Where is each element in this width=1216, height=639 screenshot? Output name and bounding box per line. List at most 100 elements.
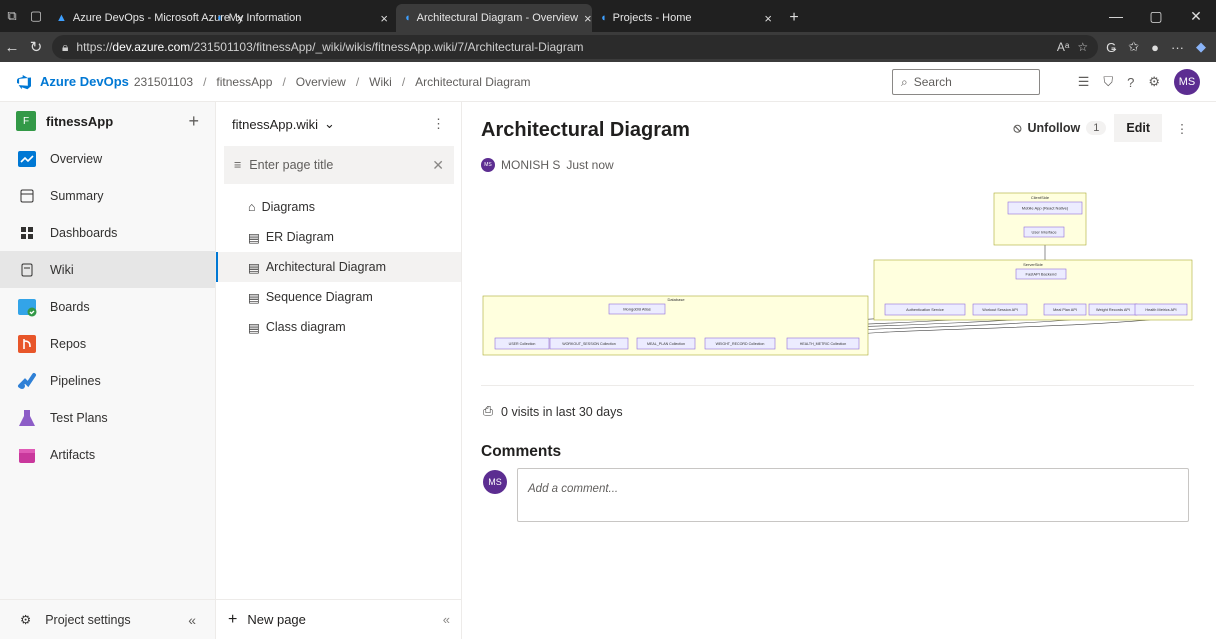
brand-link[interactable]: Azure DevOps	[40, 74, 129, 89]
browser-tab-azure[interactable]: ▲ Azure DevOps - Microsoft Azure ×	[48, 4, 244, 32]
browser-tab-architectural-diagram[interactable]: ◖ Architectural Diagram - Overview ×	[396, 4, 592, 32]
sidebar-item-test-plans[interactable]: Test Plans	[0, 399, 215, 436]
task-list-icon[interactable]: ☰	[1078, 74, 1090, 90]
sidebar-item-boards[interactable]: Boards	[0, 288, 215, 325]
devops-tab-icon: ◖	[404, 12, 411, 24]
search-box[interactable]: ⌕ Search	[892, 69, 1040, 95]
wiki-page-class-diagram[interactable]: ▤ Class diagram	[216, 312, 461, 342]
org-link[interactable]: 231501103	[134, 75, 193, 89]
azure-devops-logo-icon[interactable]	[16, 74, 32, 90]
user-avatar[interactable]: MS	[1174, 69, 1200, 95]
tab-actions-icon[interactable]: ▢	[24, 0, 48, 32]
page-label: ER Diagram	[265, 230, 334, 244]
new-page-label: New page	[247, 612, 306, 627]
new-page-button[interactable]: + New page «	[216, 599, 462, 639]
url-text: https://dev.azure.com/231501103/fitnessA…	[76, 40, 583, 54]
clear-filter-icon[interactable]: ✕	[432, 157, 444, 174]
unfollow-button[interactable]: ⦸ Unfollow 1	[1013, 121, 1107, 136]
url-input[interactable]: 🔒︎ https://dev.azure.com/231501103/fitne…	[52, 35, 1099, 59]
profile-icon[interactable]: ●	[1151, 40, 1159, 55]
collapse-tree-icon[interactable]: «	[443, 612, 450, 627]
maximize-icon[interactable]: ▢	[1136, 0, 1176, 32]
breadcrumb-project[interactable]: fitnessApp	[216, 75, 272, 89]
wiki-page-er-diagram[interactable]: ▤ ER Diagram	[216, 222, 461, 252]
close-tab-icon[interactable]: ×	[380, 11, 388, 26]
close-tab-icon[interactable]: ×	[584, 11, 592, 26]
home-icon: ⌂	[248, 200, 256, 214]
close-window-icon[interactable]: ✕	[1176, 0, 1216, 32]
breadcrumb-separator: /	[355, 74, 360, 89]
browser-toolbar: Ǥ ✩ ● ··· ◆	[1106, 39, 1216, 55]
wiki-selector[interactable]: fitnessApp.wiki ⌄ ⋮	[216, 102, 461, 146]
favorite-star-icon[interactable]: ☆	[1077, 40, 1088, 54]
devops-tab-icon: ◖	[216, 12, 223, 24]
node-auth-service-label: Authentication Service	[906, 308, 944, 312]
sidebar-item-artifacts[interactable]: Artifacts	[0, 436, 215, 473]
breadcrumb-overview[interactable]: Overview	[296, 75, 346, 89]
visits-text: 0 visits in last 30 days	[501, 404, 623, 419]
copilot-icon[interactable]: ◆	[1196, 39, 1206, 55]
node-health-collection-label: HEALTH_METRIC Collection	[800, 342, 846, 346]
wiki-page-diagrams[interactable]: ⌂ Diagrams	[216, 192, 461, 222]
breadcrumb-wiki[interactable]: Wiki	[369, 75, 392, 89]
close-tab-icon[interactable]: ×	[764, 11, 772, 26]
more-options-icon[interactable]: ⋮	[432, 116, 445, 132]
minimize-icon[interactable]: —	[1096, 0, 1136, 32]
back-icon[interactable]: ←	[0, 39, 24, 56]
project-settings-label: Project settings	[45, 612, 131, 627]
sidebar-item-label: Pipelines	[50, 373, 101, 388]
edit-button[interactable]: Edit	[1114, 114, 1162, 142]
server-group-label: ServerSide	[1023, 262, 1044, 267]
refresh-icon[interactable]: ↻	[24, 38, 48, 56]
read-aloud-icon[interactable]: Aᵃ	[1057, 40, 1069, 54]
sidebar-item-pipelines[interactable]: Pipelines	[0, 362, 215, 399]
sidebar-item-overview[interactable]: Overview	[0, 140, 215, 177]
devops-header: Azure DevOps 231501103 / fitnessApp / Ov…	[0, 62, 1216, 102]
user-settings-icon[interactable]: ⚙	[1148, 74, 1160, 90]
sidebar-item-dashboards[interactable]: Dashboards	[0, 214, 215, 251]
wiki-page-architectural-diagram[interactable]: ▤ Architectural Diagram	[216, 252, 461, 282]
test-plans-icon	[16, 407, 38, 429]
workspaces-icon[interactable]: ⧉	[0, 0, 24, 32]
sidebar-item-label: Boards	[50, 299, 90, 314]
new-tab-button[interactable]: +	[780, 4, 808, 32]
tab-title: Projects - Home	[612, 12, 692, 24]
sidebar-item-label: Overview	[50, 151, 103, 166]
wiki-name: fitnessApp.wiki	[232, 116, 318, 132]
overview-icon	[16, 148, 38, 170]
wiki-page-sequence-diagram[interactable]: ▤ Sequence Diagram	[216, 282, 461, 312]
wiki-icon	[19, 262, 35, 278]
node-fastapi-label: FastAPI Backend	[1026, 272, 1057, 277]
help-icon[interactable]: ?	[1127, 75, 1134, 90]
page-filter-input[interactable]: ≡ Enter page title ✕	[224, 146, 454, 184]
client-group-label: ClientSide	[1031, 195, 1050, 200]
author-avatar[interactable]: MS	[481, 158, 495, 172]
browser-tab-projects-home[interactable]: ◖ Projects - Home ×	[592, 4, 780, 32]
browser-tab-my-information[interactable]: ◖ My Information ×	[208, 4, 396, 32]
address-bar-row: ← ↻ 🔒︎ https://dev.azure.com/231501103/f…	[0, 32, 1216, 62]
collapse-sidebar-icon[interactable]: «	[188, 612, 196, 628]
filter-icon: ≡	[234, 158, 242, 172]
sidebar-item-wiki[interactable]: Wiki	[0, 251, 215, 288]
node-health-api-label: Health Metrics API	[1145, 308, 1176, 312]
add-icon[interactable]: +	[188, 111, 199, 132]
extension-icon[interactable]: Ǥ	[1106, 40, 1116, 55]
marketplace-bag-icon[interactable]: ⛉	[1103, 74, 1113, 90]
plus-icon: +	[228, 610, 238, 628]
project-header[interactable]: F fitnessApp +	[0, 102, 215, 140]
sidebar-item-repos[interactable]: Repos	[0, 325, 215, 362]
favorites-icon[interactable]: ✩	[1128, 39, 1139, 55]
wiki-page-list: ⌂ Diagrams ▤ ER Diagram ▤ Architectural …	[216, 192, 461, 342]
author-name[interactable]: MONISH S	[501, 158, 560, 172]
more-actions-icon[interactable]: ⋮	[1170, 121, 1194, 136]
project-settings-button[interactable]: ⚙ Project settings «	[0, 599, 216, 639]
node-weight-collection-label: WEIGHT_RECORD Collection	[716, 342, 765, 346]
node-meal-api-label: Meal Plan API	[1053, 308, 1077, 312]
comment-input[interactable]: Add a comment...	[517, 468, 1189, 522]
more-icon[interactable]: ···	[1171, 40, 1184, 55]
project-name: fitnessApp	[46, 113, 114, 129]
sidebar-item-summary[interactable]: Summary	[0, 177, 215, 214]
breadcrumb-page[interactable]: Architectural Diagram	[415, 75, 530, 89]
url-prefix: https://	[76, 40, 113, 54]
sidebar-item-label: Wiki	[50, 262, 74, 277]
